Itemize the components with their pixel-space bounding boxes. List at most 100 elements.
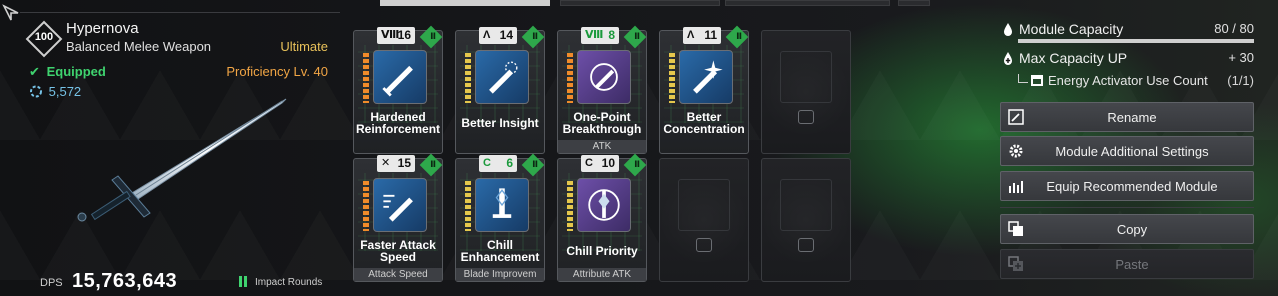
dps-label: DPS <box>40 277 63 289</box>
module-card[interactable]: Λ 11 Ⅱ Better Concentration <box>659 25 749 154</box>
module-card[interactable]: Λ 14 Ⅱ Better Insight <box>455 25 545 154</box>
ammo-type: Impact Rounds <box>255 277 323 288</box>
sword-shield-icon <box>382 65 413 97</box>
sword-image <box>77 98 287 222</box>
module-icon-frame <box>577 178 631 232</box>
empty-module-slot[interactable] <box>761 30 851 154</box>
empty-slot-plate <box>780 51 832 103</box>
enhancement-level-bar <box>567 53 573 103</box>
module-additional-settings-button[interactable]: Module Additional Settings <box>1000 136 1254 166</box>
module-capacity-cost: Ⅷ 8 <box>581 27 619 44</box>
max-capacity-row: Max Capacity UP + 30 <box>1002 50 1254 66</box>
top-tab[interactable] <box>898 0 930 6</box>
tier-badge-icon: Ⅱ <box>736 31 742 41</box>
recommend-icon <box>1001 172 1031 200</box>
empty-slot-icon <box>696 238 712 252</box>
module-capacity-cost: Λ 14 <box>479 27 517 44</box>
module-capacity-row: Module Capacity 80 / 80 <box>1002 21 1254 37</box>
module-capacity-cost: Λ 11 <box>683 27 721 44</box>
weapon-tier: Ultimate <box>280 39 328 54</box>
module-icon-frame <box>475 178 529 232</box>
weapon-info-panel: 100 Hypernova Balanced Melee Weapon Ulti… <box>0 0 340 296</box>
module-card[interactable]: C 6 Ⅱ Chill Enhancement Blade Improvem <box>455 153 545 282</box>
proficiency-level: Proficiency Lv. 40 <box>226 64 328 79</box>
module-icon-frame <box>373 178 427 232</box>
tree-connector <box>1018 74 1028 83</box>
top-tab[interactable] <box>560 0 720 6</box>
module-card[interactable]: C 10 Ⅱ Chill Priority Attribute ATK <box>557 153 647 282</box>
module-category: Blade Improvem <box>456 268 544 281</box>
equip-recommended-button[interactable]: Equip Recommended Module <box>1000 171 1254 201</box>
empty-slot-plate <box>780 179 832 231</box>
module-name: One-Point Breakthrough <box>562 110 642 136</box>
polarity-icon: C <box>483 157 491 169</box>
enhancement-level-bar <box>465 181 471 231</box>
copy-button[interactable]: Copy <box>1000 214 1254 244</box>
module-capacity-cost: Ⅷ 16 <box>377 27 415 44</box>
equipped-status: ✔ Equipped <box>29 64 106 80</box>
top-tab-active[interactable] <box>380 0 550 6</box>
paste-label: Paste <box>1115 256 1149 272</box>
enhancement-level-bar <box>363 181 369 231</box>
module-name: Hardened Reinforcement <box>356 110 441 136</box>
module-capacity-cost: C 10 <box>581 155 619 172</box>
capacity-drop-icon <box>1004 23 1012 36</box>
tier-badge-icon: Ⅱ <box>532 31 538 41</box>
sword-flare-icon <box>693 60 723 94</box>
back-arrow-icon[interactable] <box>2 4 20 22</box>
ammo-icon <box>239 276 247 287</box>
module-icon-frame <box>577 50 631 104</box>
module-card[interactable]: ✕ 15 Ⅱ Faster Attack Speed Attack Speed <box>353 153 443 282</box>
module-name: Faster Attack Speed <box>360 238 436 264</box>
module-capacity-cost: C 6 <box>479 155 517 172</box>
equipped-label: Equipped <box>46 64 106 79</box>
edit-icon <box>1001 103 1031 131</box>
paste-button[interactable]: Paste <box>1000 249 1254 279</box>
module-card[interactable]: Ⅷ 8 Ⅱ One-Point Breakthrough ATK <box>557 25 647 154</box>
copy-label: Copy <box>1116 221 1148 237</box>
module-name: Better Insight <box>461 116 539 130</box>
module-card[interactable]: Ⅷ 16 Ⅱ Hardened Reinforcement <box>353 25 443 154</box>
module-capacity-value: 80 / 80 <box>1214 21 1254 36</box>
activator-icon <box>1031 75 1043 86</box>
rename-button[interactable]: Rename <box>1000 102 1254 132</box>
module-category: Attribute ATK <box>558 268 646 281</box>
activator-row: Energy Activator Use Count (1/1) <box>1018 73 1254 88</box>
module-category: ATK <box>558 140 646 153</box>
activator-label: Energy Activator Use Count <box>1048 73 1208 88</box>
module-icon-frame <box>373 50 427 104</box>
empty-slot-icon <box>798 238 814 252</box>
empty-module-slot[interactable] <box>761 158 851 282</box>
max-capacity-value: + 30 <box>1228 50 1254 65</box>
copy-icon <box>1001 215 1031 243</box>
enhancement-level-bar <box>465 53 471 103</box>
module-capacity-label: Module Capacity <box>1019 21 1124 37</box>
polarity-icon: ✕ <box>381 157 391 169</box>
sword-cycle-icon <box>590 63 618 91</box>
capacity-cost-value: 8 <box>608 28 615 42</box>
module-name: Better Concentration <box>663 110 745 136</box>
tier-badge-icon: Ⅱ <box>532 159 538 169</box>
polarity-icon: Λ <box>483 29 491 41</box>
polarity-icon: C <box>585 157 593 169</box>
capacity-cost-value: 6 <box>506 156 513 170</box>
empty-module-slot[interactable] <box>659 158 749 282</box>
enhancement-level-bar <box>363 53 369 103</box>
tier-badge-icon: Ⅱ <box>430 31 436 41</box>
gear-icon <box>1001 137 1031 165</box>
activator-value: (1/1) <box>1227 73 1254 88</box>
module-name: Chill Enhancement <box>460 238 540 264</box>
check-icon: ✔ <box>29 64 40 79</box>
top-tab[interactable] <box>725 0 890 6</box>
enhancement-level-bar <box>567 181 573 231</box>
capacity-bar <box>1018 39 1254 43</box>
additional-settings-label: Module Additional Settings <box>1055 143 1209 159</box>
capacity-cost-value: 10 <box>601 156 615 170</box>
module-icon-frame <box>475 50 529 104</box>
weapon-name: Hypernova <box>66 20 139 37</box>
capacity-cost-value: 11 <box>704 28 717 42</box>
dps-value: 15,763,643 <box>72 270 178 292</box>
sword-burst-icon <box>489 61 518 94</box>
module-name: Chill Priority <box>566 244 638 258</box>
polarity-icon: Ⅷ <box>585 29 604 41</box>
